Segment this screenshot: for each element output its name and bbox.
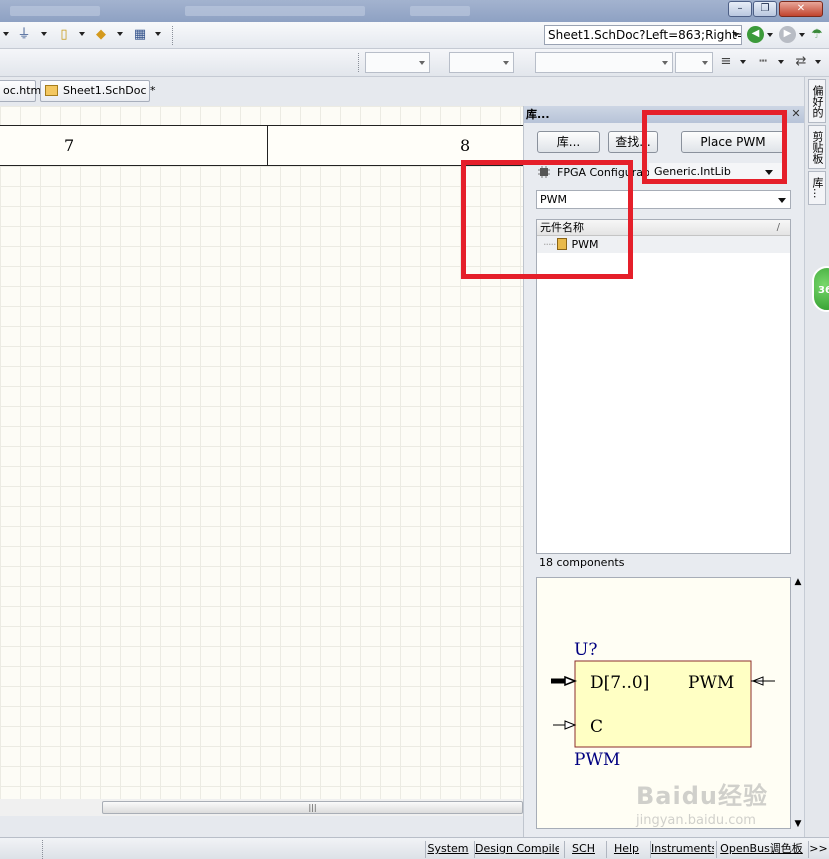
status-button-instruments[interactable]: Instruments bbox=[650, 841, 714, 858]
toolbar-separator bbox=[358, 53, 359, 72]
tab-clipboard[interactable]: 剪贴板 bbox=[808, 125, 826, 169]
umbrella-icon[interactable]: ☂ bbox=[808, 27, 826, 43]
power-ground-icon[interactable]: ⏚ bbox=[15, 27, 33, 43]
close-icon[interactable]: ✕ bbox=[779, 1, 823, 17]
chevron-down-icon[interactable] bbox=[767, 33, 773, 37]
status-more-button[interactable]: >> bbox=[808, 841, 828, 858]
align-icon[interactable]: ≡ bbox=[717, 54, 735, 70]
output-pin bbox=[751, 676, 775, 686]
tab-favorites[interactable]: 偏好的 bbox=[808, 79, 826, 123]
pin-label-c: C bbox=[590, 717, 603, 737]
tab-document-html[interactable]: oc.htm bbox=[0, 80, 41, 102]
notification-badge[interactable]: 36 bbox=[812, 266, 829, 312]
width-combo[interactable] bbox=[675, 52, 713, 73]
status-button-sch[interactable]: SCH bbox=[564, 841, 602, 858]
style-combo[interactable] bbox=[535, 52, 673, 73]
panel-title-text: 库... bbox=[526, 108, 550, 121]
title-bar-item bbox=[185, 6, 365, 16]
title-bar-item bbox=[10, 6, 100, 16]
bus-pin-d bbox=[551, 675, 578, 687]
zone-number: 7 bbox=[64, 136, 75, 155]
forward-icon[interactable]: ▶ bbox=[779, 26, 796, 43]
document-tab-bar: oc.htm Sheet1.SchDoc * bbox=[0, 77, 808, 106]
toolbar-separator bbox=[172, 26, 173, 45]
zone-number: 8 bbox=[460, 136, 471, 155]
schematic-canvas[interactable]: 7 8 bbox=[0, 106, 523, 799]
toolbar-format: ≡ ┅ ⇄ bbox=[0, 49, 829, 77]
chevron-down-icon[interactable] bbox=[799, 33, 805, 37]
close-icon[interactable]: ✕ bbox=[790, 108, 802, 120]
status-separator bbox=[42, 840, 43, 859]
minimize-icon[interactable]: – bbox=[728, 1, 752, 17]
libraries-button[interactable]: 库... bbox=[537, 131, 600, 153]
watermark-brand: Baidu经验 bbox=[636, 782, 768, 810]
chevron-down-icon[interactable] bbox=[117, 32, 123, 36]
status-button-system[interactable]: System bbox=[425, 841, 470, 858]
chevron-down-icon[interactable] bbox=[778, 60, 784, 64]
chevron-down-icon[interactable] bbox=[815, 60, 821, 64]
net-label-icon[interactable]: ◆ bbox=[92, 27, 110, 43]
tab-label: Sheet1.SchDoc * bbox=[63, 84, 156, 97]
toolbar-wiring: ⏚ ▯ ◆ ▦ Sheet1.SchDoc?Left=863;Right= ◀ … bbox=[0, 22, 829, 49]
zone-divider bbox=[267, 126, 268, 166]
pin-label-d: D[7..0] bbox=[590, 673, 649, 693]
chevron-down-icon[interactable] bbox=[733, 33, 739, 37]
sheet-border-zones: 7 8 bbox=[0, 125, 523, 166]
size-combo[interactable] bbox=[449, 52, 514, 73]
sort-icon: / bbox=[776, 222, 780, 233]
sheet-bottom-area bbox=[0, 816, 523, 837]
horizontal-scrollbar[interactable]: ||| bbox=[0, 799, 523, 816]
watermark: Baidu经验 jingyan.baidu.com bbox=[636, 776, 796, 828]
status-button-design-compiler[interactable]: Design Compiler bbox=[474, 841, 559, 858]
pin-label-output: PWM bbox=[688, 673, 734, 693]
highlight-box-component bbox=[461, 160, 633, 279]
restore-icon[interactable]: ❐ bbox=[753, 1, 777, 17]
watermark-url: jingyan.baidu.com bbox=[636, 813, 756, 828]
pin-icon[interactable]: ▯ bbox=[55, 27, 73, 43]
right-dock-panel-tabs: 偏好的 剪贴板 库... bbox=[804, 77, 829, 837]
address-bar[interactable]: Sheet1.SchDoc?Left=863;Right= bbox=[544, 25, 742, 45]
tab-sheet1-schdoc[interactable]: Sheet1.SchDoc * bbox=[40, 80, 156, 102]
title-bar-item bbox=[410, 6, 470, 16]
tab-label: oc.htm bbox=[3, 84, 42, 97]
status-button-help[interactable]: Help bbox=[606, 841, 646, 858]
status-button-openbus-palette[interactable]: OpenBus调色板 bbox=[716, 841, 806, 858]
component-comment: PWM bbox=[574, 750, 620, 770]
chevron-down-icon[interactable] bbox=[3, 32, 9, 36]
chevron-down-icon[interactable] bbox=[79, 32, 85, 36]
arrow-style-icon[interactable]: ⇄ bbox=[792, 54, 810, 70]
component-count: 18 components bbox=[539, 556, 625, 569]
grid-icon[interactable]: ▦ bbox=[131, 27, 149, 43]
font-combo[interactable] bbox=[365, 52, 430, 73]
input-pin-c bbox=[553, 720, 577, 730]
scrollbar-thumb[interactable]: ||| bbox=[102, 801, 523, 814]
chevron-down-icon[interactable] bbox=[41, 32, 47, 36]
tab-libraries[interactable]: 库... bbox=[808, 171, 826, 205]
chevron-down-icon[interactable] bbox=[740, 60, 746, 64]
line-style-icon[interactable]: ┅ bbox=[754, 54, 772, 70]
schematic-file-icon bbox=[45, 85, 58, 96]
scroll-up-icon[interactable]: ▲ bbox=[792, 577, 804, 587]
back-icon[interactable]: ◀ bbox=[747, 26, 764, 43]
chevron-down-icon[interactable] bbox=[155, 32, 161, 36]
component-designator: U? bbox=[574, 640, 597, 660]
status-bar: System Design Compiler SCH Help Instrume… bbox=[0, 837, 829, 859]
window-title-bar: – ❐ ✕ bbox=[0, 0, 829, 22]
highlight-box-place-button bbox=[642, 110, 787, 184]
